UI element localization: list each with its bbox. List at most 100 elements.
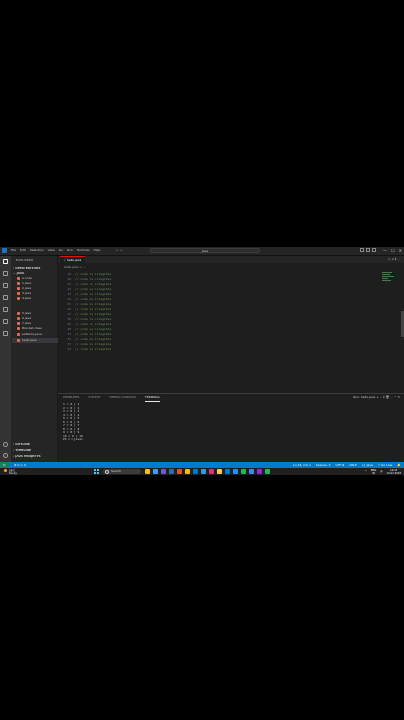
tab-hello-java[interactable]: Jhello.java <box>60 256 86 263</box>
menu-file[interactable]: File <box>11 248 16 253</box>
taskbar-app-icon[interactable] <box>257 469 262 474</box>
code-line: // code is illegible <box>75 332 111 336</box>
code-comment: // code is illegible <box>75 322 112 326</box>
file-icon <box>17 338 20 342</box>
minimap-line <box>382 278 388 279</box>
file-icon <box>17 311 20 315</box>
editor-area: Jhello.java ▷ ∨ ⫴ ··· hello.java > ... 1… <box>58 256 404 393</box>
menu-view[interactable]: View <box>48 248 55 253</box>
tab-problems[interactable]: PROBLEMS <box>63 394 79 402</box>
menu-edit[interactable]: Edit <box>20 248 26 253</box>
run-debug-icon[interactable] <box>3 295 8 300</box>
outline-section[interactable]: › OUTLINE <box>13 442 30 447</box>
file-name: a.code <box>22 276 33 280</box>
weather-condition: Sunny <box>9 472 17 475</box>
source-control-icon[interactable] <box>3 283 8 288</box>
file-icon <box>17 316 20 320</box>
clock[interactable]: 10:47 13-07-2023 <box>386 469 401 475</box>
account-icon[interactable] <box>3 442 8 447</box>
search-icon[interactable] <box>3 271 8 276</box>
file-icon <box>17 286 20 290</box>
code-line: // code is illegible <box>75 297 111 301</box>
menu-go[interactable]: Go <box>59 248 63 253</box>
file-icon <box>17 326 20 330</box>
tab-terminal[interactable]: TERMINAL <box>144 394 161 402</box>
folder-label: JAVA <box>16 271 25 275</box>
gear-icon[interactable] <box>3 453 8 458</box>
taskbar-app-icon[interactable] <box>209 469 214 474</box>
code-line: // code is illegible <box>75 342 111 346</box>
taskbar-app-icon[interactable] <box>193 469 198 474</box>
file-item-selected[interactable]: hello.java <box>12 338 61 343</box>
open-editors-label: OPEN EDITORS <box>15 266 41 270</box>
breadcrumb[interactable]: hello.java > ... <box>64 265 86 269</box>
taskbar-search[interactable]: Search <box>103 469 141 474</box>
activity-bar <box>0 256 11 462</box>
java-projects-section[interactable]: › JAVA PROJECTS <box>13 454 41 459</box>
minimap[interactable] <box>382 272 396 286</box>
code-comment: // code is illegible <box>75 337 112 341</box>
language-indicator[interactable]: ENG IN <box>371 469 376 475</box>
taskbar-app-icon[interactable] <box>217 469 222 474</box>
minimap-line <box>382 280 391 281</box>
tab-debug-console[interactable]: DEBUG CONSOLE <box>110 394 136 402</box>
windows-start-icon[interactable] <box>94 469 99 474</box>
menu-bar: File Edit Selection View Go Run Terminal… <box>11 248 100 253</box>
editor-actions[interactable]: ▷ ∨ ⫴ ··· <box>389 257 401 262</box>
taskbar-app-icon[interactable] <box>233 469 238 474</box>
command-center[interactable]: Java <box>150 248 260 253</box>
nav-arrows[interactable]: ← → <box>116 248 122 253</box>
testing-icon[interactable] <box>3 331 8 336</box>
code-comment: // code is illegible <box>75 317 112 321</box>
line-number: 23 <box>67 292 71 296</box>
file-name: 6.java <box>22 316 32 320</box>
line-number: 22 <box>67 287 71 291</box>
taskbar-app-icon[interactable] <box>161 469 166 474</box>
code-comment: // code is illegible <box>75 297 112 301</box>
file-name: Bracket.class <box>22 326 42 330</box>
toggle-panel-icon[interactable] <box>366 248 370 252</box>
close-button[interactable]: ✕ <box>399 248 402 253</box>
taskbar-app-icon[interactable] <box>169 469 174 474</box>
taskbar-app-icon[interactable] <box>265 469 270 474</box>
file-name: 2.java <box>22 286 32 290</box>
remote-explorer-icon[interactable] <box>3 319 8 324</box>
taskbar-app-icon[interactable] <box>177 469 182 474</box>
menu-terminal[interactable]: Terminal <box>77 248 90 253</box>
minimap-line <box>382 272 392 273</box>
taskbar-app-icon[interactable] <box>249 469 254 474</box>
layout-controls <box>360 248 376 252</box>
file-item[interactable]: Bracket.class <box>17 326 42 331</box>
command-center-label: Java <box>201 249 209 253</box>
code-comment: // code is illegible <box>75 312 112 316</box>
tray-chevron-icon[interactable]: ^ <box>365 470 367 473</box>
code-comment: // code is illegible <box>75 282 112 286</box>
terminal-output[interactable]: 1 = 8 | 1 2 = 8 | 2 3 = 8 | 3 4 = 8 | 4 … <box>63 402 83 442</box>
taskbar-app-icon[interactable] <box>185 469 190 474</box>
menu-help[interactable]: Help <box>93 248 100 253</box>
outline-label: OUTLINE <box>15 442 30 446</box>
wifi-icon[interactable]: ◔ <box>380 470 382 473</box>
file-item[interactable]: 4.java <box>17 296 31 301</box>
taskbar: 29°C Sunny Search ^ ENG IN ◔ 10:47 13-07-2… <box>0 468 404 475</box>
maximize-button[interactable]: ☐ <box>391 248 395 253</box>
file-item[interactable]: patterns.java <box>17 332 42 337</box>
taskbar-app-icon[interactable] <box>153 469 158 474</box>
timeline-section[interactable]: › TIMELINE <box>13 448 31 453</box>
toggle-sidebar-icon[interactable] <box>360 248 364 252</box>
taskbar-app-icon[interactable] <box>145 469 150 474</box>
menu-selection[interactable]: Selection <box>30 248 44 253</box>
panel-actions[interactable]: Run: hello.java + ⌄ ⫴ 🗑 ··· ^ ✕ <box>353 395 400 400</box>
taskbar-app-icon[interactable] <box>225 469 230 474</box>
minimize-button[interactable]: — <box>383 248 387 253</box>
menu-run[interactable]: Run <box>67 248 73 253</box>
line-number: 24 <box>67 297 71 301</box>
taskbar-app-icon[interactable] <box>241 469 246 474</box>
weather-widget[interactable]: 29°C Sunny <box>4 469 17 475</box>
extensions-icon[interactable] <box>3 307 8 312</box>
toggle-secondary-sidebar-icon[interactable] <box>372 248 376 252</box>
explorer-icon[interactable] <box>3 259 8 264</box>
taskbar-app-icon[interactable] <box>201 469 206 474</box>
tab-output[interactable]: OUTPUT <box>88 394 100 402</box>
code-line: // code is illegible <box>75 337 111 341</box>
